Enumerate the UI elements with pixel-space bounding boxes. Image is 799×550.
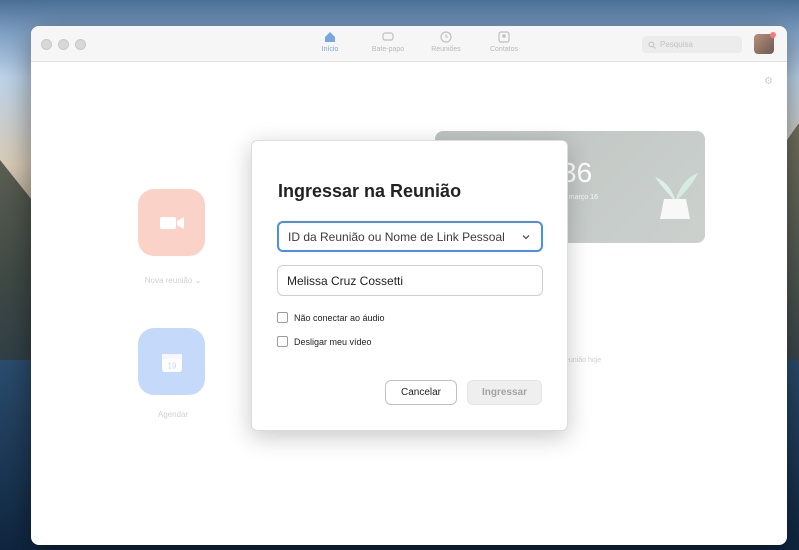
new-meeting-button[interactable] [138,189,205,256]
minimize-window-button[interactable] [58,39,69,50]
video-camera-icon [159,216,184,229]
close-window-button[interactable] [41,39,52,50]
video-off-option[interactable]: Desligar meu vídeo [277,336,372,347]
name-input[interactable]: Melissa Cruz Cossetti [277,265,543,296]
search-input[interactable]: Pesquisa [642,36,742,53]
window-controls [41,39,86,50]
home-icon [325,32,335,42]
meeting-id-input[interactable]: ID da Reunião ou Nome de Link Pessoal [277,221,543,252]
tab-chat-label: Bate-papo [371,46,405,53]
search-icon [648,41,656,49]
main-nav: Início Bate-papo Reuniões Contatos [308,30,526,53]
name-value: Melissa Cruz Cossetti [287,273,404,288]
tab-home-label: Início [321,46,339,53]
contacts-icon [498,31,510,43]
calendar-icon: 19 [161,353,182,372]
dialog-title: Ingressar na Reunião [278,181,462,201]
chevron-down-icon[interactable] [519,234,533,240]
no-audio-checkbox[interactable] [277,312,288,323]
meeting-id-placeholder: ID da Reunião ou Nome de Link Pessoal [288,229,505,244]
clock-icon [440,31,452,43]
schedule-label: Agendar [157,410,189,419]
avatar[interactable] [754,32,776,54]
no-audio-label: Não conectar ao áudio [294,312,385,323]
tab-meetings-label: Reuniões [431,46,461,53]
video-off-label: Desligar meu vídeo [294,336,372,347]
no-audio-option[interactable]: Não conectar ao áudio [277,312,385,323]
tab-contacts[interactable]: Contatos [482,30,526,53]
cancel-button[interactable]: Cancelar [385,380,457,405]
gear-icon[interactable]: ⚙ [764,76,773,87]
video-off-checkbox[interactable] [277,336,288,347]
tab-contacts-label: Contatos [489,46,519,53]
join-meeting-dialog: Ingressar na Reunião ID da Reunião ou No… [251,140,568,431]
title-bar: Início Bate-papo Reuniões Contatos Pesqu… [31,26,787,62]
chat-icon [382,32,394,41]
plant-illustration [655,173,698,219]
new-meeting-label: Nova reunião ⌄ [144,276,202,285]
tab-chat[interactable]: Bate-papo [366,30,410,53]
zoom-window-button[interactable] [75,39,86,50]
calendar-day: 19 [167,361,176,370]
search-placeholder: Pesquisa [660,40,693,49]
tab-meetings[interactable]: Reuniões [424,30,468,53]
tab-home[interactable]: Início [308,30,352,53]
join-button[interactable]: Ingressar [467,380,542,405]
schedule-button[interactable]: 19 [138,328,205,395]
